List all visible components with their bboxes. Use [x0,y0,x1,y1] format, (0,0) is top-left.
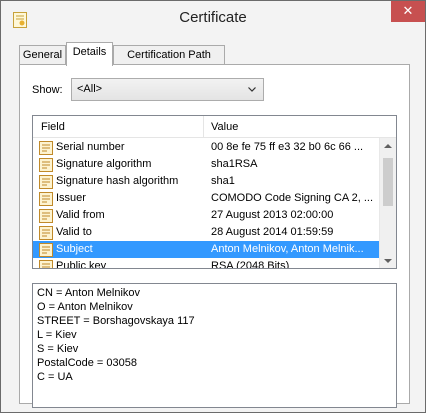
certificate-field-icon [39,175,53,189]
field-value: Anton Melnikov, Anton Melnik... [211,243,364,255]
certificate-window: Certificate ✕ General Details Certificat… [0,0,426,413]
field-value: 00 8e fe 75 ff e3 32 b0 6c 66 ... [211,141,364,153]
list-item[interactable]: Valid to 28 August 2014 01:59:59 [33,224,379,241]
certificate-field-icon [39,260,53,268]
certificate-field-icon [39,226,53,240]
column-divider[interactable] [203,116,204,138]
tab-details[interactable]: Details [66,42,113,66]
field-name: Valid from [56,209,105,221]
list-rows: Serial number 00 8e fe 75 ff e3 32 b0 6c … [33,139,379,269]
subject-detail-line: PostalCode = 03058 [37,357,137,369]
tab-certification-path[interactable]: Certification Path [113,45,225,65]
show-dropdown-value: <All> [77,83,103,95]
show-label: Show: [32,84,63,96]
field-value: sha1RSA [211,158,258,170]
field-name: Public key [56,260,107,269]
close-icon: ✕ [402,3,414,18]
close-button[interactable]: ✕ [391,1,425,22]
scroll-up-arrow-icon[interactable] [380,138,396,155]
list-item[interactable]: Serial number 00 8e fe 75 ff e3 32 b0 6c … [33,139,379,156]
certificate-field-icon [39,209,53,223]
field-name: Valid to [56,226,92,238]
subject-detail-line: CN = Anton Melnikov [37,287,141,299]
field-name: Subject [56,243,93,255]
list-header: Field Value [33,116,396,138]
field-name: Issuer [56,192,86,204]
show-dropdown[interactable]: <All> [71,78,264,101]
certificate-field-icon [39,243,53,257]
certificate-field-icon [39,158,53,172]
field-value: 27 August 2013 02:00:00 [211,209,334,221]
scroll-down-arrow-icon[interactable] [380,252,396,269]
chevron-down-icon [248,87,256,92]
list-item[interactable]: Valid from 27 August 2013 02:00:00 [33,207,379,224]
certificate-field-icon [39,192,53,206]
subject-detail-line: STREET = Borshagovskaya 117 [37,315,195,327]
field-value: 28 August 2014 01:59:59 [211,226,334,238]
field-value: sha1 [211,175,235,187]
subject-detail-line: S = Kiev [37,343,79,355]
field-name: Serial number [56,141,125,153]
scrollbar-thumb[interactable] [383,158,393,206]
subject-detail-line: C = UA [37,371,73,383]
field-name: Signature algorithm [56,158,152,170]
list-item[interactable]: Subject Anton Melnikov, Anton Melnik... [33,241,379,258]
field-value: RSA (2048 Bits) [211,260,290,269]
window-title: Certificate [179,9,247,26]
subject-detail-line: L = Kiev [37,329,77,341]
certificate-field-icon [39,141,53,155]
column-header-value[interactable]: Value [211,121,238,133]
vertical-scrollbar[interactable] [379,138,396,269]
list-item[interactable]: Signature algorithm sha1RSA [33,156,379,173]
title-bar[interactable]: Certificate ✕ [1,1,425,37]
column-header-field[interactable]: Field [41,121,65,133]
fields-list[interactable]: Field Value Serial number 00 8e fe 75 ff … [32,115,397,269]
tab-general[interactable]: General [19,45,66,65]
subject-detail-line: O = Anton Melnikov [37,301,133,313]
field-name: Signature hash algorithm [56,175,179,187]
list-item[interactable]: Public key RSA (2048 Bits) [33,258,379,269]
list-item[interactable]: Issuer COMODO Code Signing CA 2, ... [33,190,379,207]
details-panel: Show: <All> Field Value Serial number 00 … [19,64,410,408]
field-value-textbox[interactable]: CN = Anton Melnikov O = Anton Melnikov STR… [32,283,397,408]
field-value: COMODO Code Signing CA 2, ... [211,192,374,204]
list-item[interactable]: Signature hash algorithm sha1 [33,173,379,190]
